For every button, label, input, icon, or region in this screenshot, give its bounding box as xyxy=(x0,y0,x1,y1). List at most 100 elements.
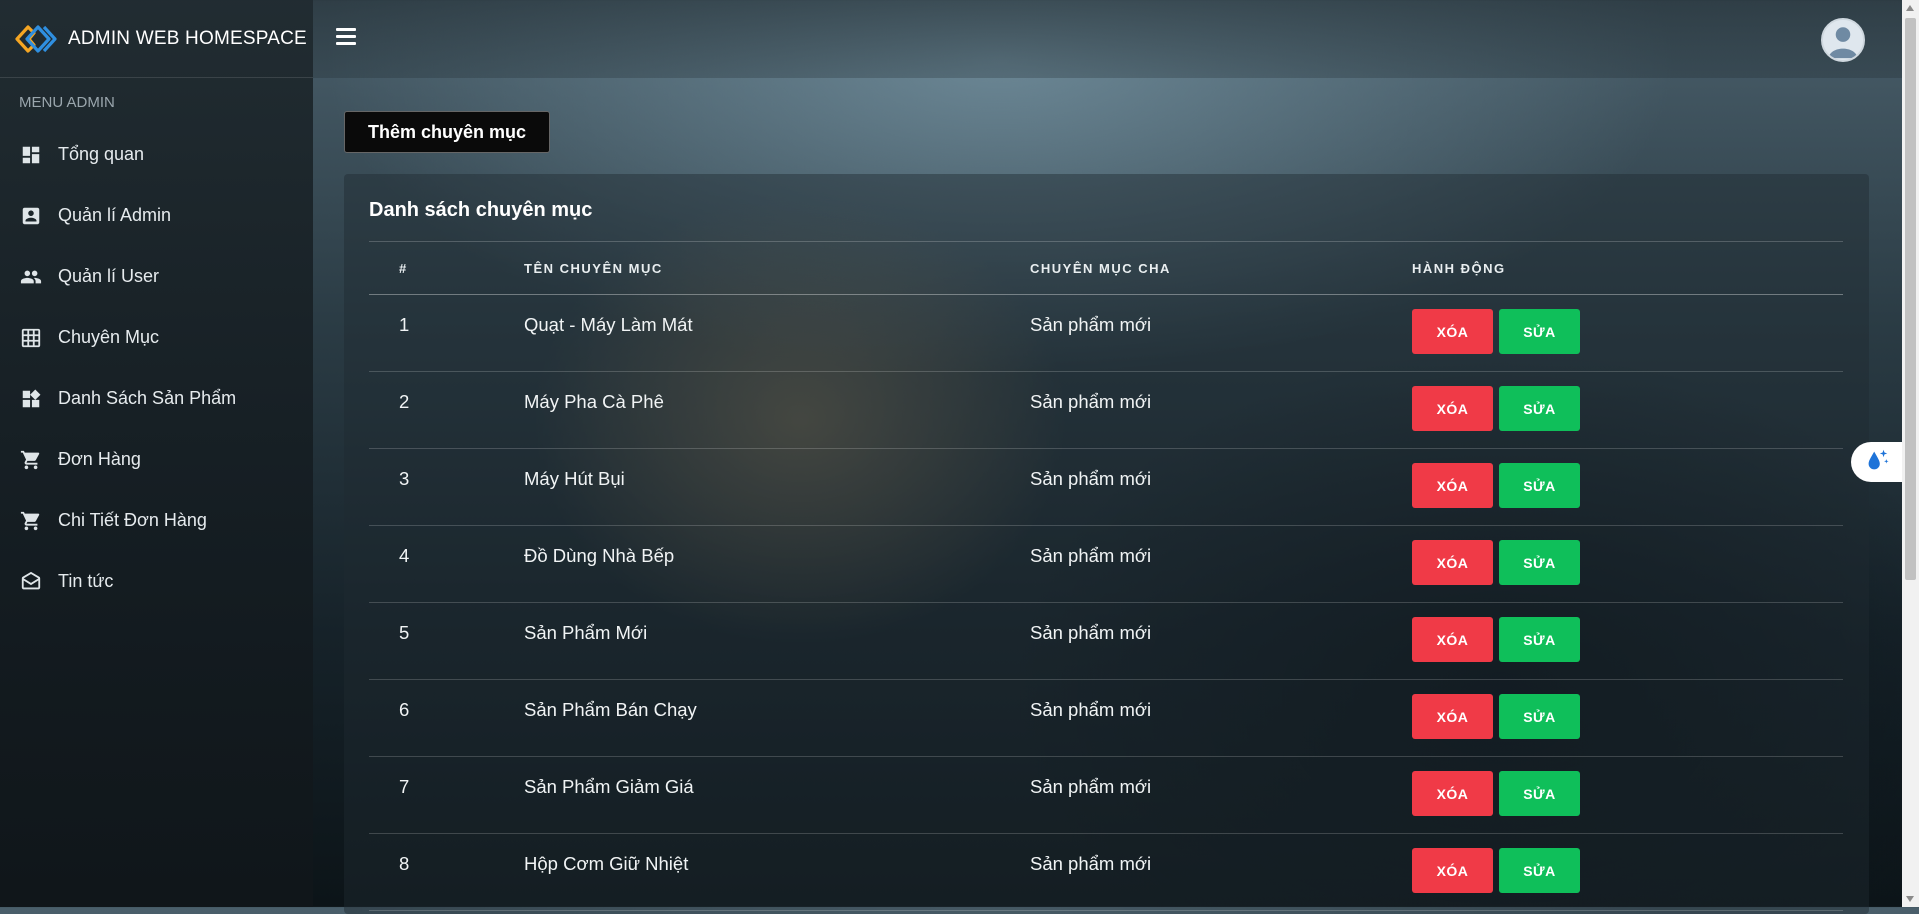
sidebar-item-tin-tuc[interactable]: Tin tức xyxy=(0,551,313,612)
table-row: 8 Hộp Cơm Giữ Nhiệt Sản phẩm mới XÓA SỬA xyxy=(369,833,1843,911)
sidebar-item-quan-li-admin[interactable]: Quản lí Admin xyxy=(0,185,313,246)
brand[interactable]: ADMIN WEB HOMESPACE xyxy=(0,0,313,78)
user-avatar[interactable] xyxy=(1821,18,1865,62)
topbar xyxy=(313,0,1902,78)
cell-parent: Sản phẩm mới xyxy=(1030,294,1412,372)
column-header-index: # xyxy=(369,241,524,295)
menu-toggle-icon[interactable] xyxy=(336,28,356,46)
delete-button[interactable]: XÓA xyxy=(1412,617,1493,662)
cell-name: Đồ Dùng Nhà Bếp xyxy=(524,525,1030,603)
cell-parent: Sản phẩm mới xyxy=(1030,371,1412,449)
edit-button[interactable]: SỬA xyxy=(1499,848,1580,893)
sidebar-item-label: Đơn Hàng xyxy=(58,449,141,469)
edit-button[interactable]: SỬA xyxy=(1499,463,1580,508)
app-title: ADMIN WEB HOMESPACE xyxy=(68,27,307,49)
cell-parent: Sản phẩm mới xyxy=(1030,679,1412,757)
cell-parent: Sản phẩm mới xyxy=(1030,602,1412,680)
edit-button[interactable]: SỬA xyxy=(1499,386,1580,431)
category-list-card: Danh sách chuyên mục # TÊN CHUYÊN MỤC CH… xyxy=(344,174,1869,914)
sidebar: ADMIN WEB HOMESPACE MENU ADMIN Tổng quan… xyxy=(0,0,313,907)
cell-parent: Sản phẩm mới xyxy=(1030,525,1412,603)
cell-name: Máy Pha Cà Phê xyxy=(524,371,1030,449)
cell-index: 8 xyxy=(369,833,524,911)
category-name: Đồ Dùng Nhà Bếp xyxy=(524,545,675,566)
cell-actions: XÓA SỬA xyxy=(1412,679,1843,757)
edit-button[interactable]: SỬA xyxy=(1499,771,1580,816)
category-name: Hộp Cơm Giữ Nhiệt xyxy=(524,853,689,874)
vertical-scrollbar[interactable] xyxy=(1902,0,1919,907)
delete-button[interactable]: XÓA xyxy=(1412,694,1493,739)
column-header-actions: HÀNH ĐỘNG xyxy=(1412,241,1843,295)
sidebar-item-danh-sach-san-pham[interactable]: Danh Sách Sản Phẩm xyxy=(0,368,313,429)
add-category-button[interactable]: Thêm chuyên mục xyxy=(344,111,550,153)
cell-index: 1 xyxy=(369,294,524,372)
category-name: Quạt - Máy Làm Mát xyxy=(524,314,693,335)
sidebar-item-label: Tin tức xyxy=(58,571,114,591)
table-row: 2 Máy Pha Cà Phê Sản phẩm mới XÓA SỬA xyxy=(369,371,1843,449)
row-index: 4 xyxy=(399,545,410,566)
delete-button[interactable]: XÓA xyxy=(1412,463,1493,508)
edit-button[interactable]: SỬA xyxy=(1499,540,1580,585)
category-name: Sản Phẩm Bán Chạy xyxy=(524,699,697,720)
envelope-icon xyxy=(20,571,42,593)
cell-parent: Sản phẩm mới xyxy=(1030,833,1412,911)
cell-actions: XÓA SỬA xyxy=(1412,371,1843,449)
parent-category: Sản phẩm mới xyxy=(1030,468,1152,489)
column-header-parent: CHUYÊN MỤC CHA xyxy=(1030,241,1412,295)
delete-button[interactable]: XÓA xyxy=(1412,309,1493,354)
parent-category: Sản phẩm mới xyxy=(1030,545,1152,566)
cell-name: Quạt - Máy Làm Mát xyxy=(524,294,1030,372)
edit-button[interactable]: SỬA xyxy=(1499,694,1580,739)
cell-actions: XÓA SỬA xyxy=(1412,525,1843,603)
sidebar-item-don-hang[interactable]: Đơn Hàng xyxy=(0,429,313,490)
sidebar-item-chi-tiet-don-hang[interactable]: Chi Tiết Đơn Hàng xyxy=(0,490,313,551)
scroll-up-icon[interactable] xyxy=(1906,5,1914,11)
dashboard-icon xyxy=(20,144,42,166)
cell-index: 6 xyxy=(369,679,524,757)
sidebar-item-tong-quan[interactable]: Tổng quan xyxy=(0,124,313,185)
floating-widget-button[interactable] xyxy=(1851,442,1902,482)
delete-button[interactable]: XÓA xyxy=(1412,540,1493,585)
category-table: # TÊN CHUYÊN MỤC CHUYÊN MỤC CHA HÀNH ĐỘN… xyxy=(369,241,1843,911)
logo-icon xyxy=(14,23,58,55)
scroll-thumb[interactable] xyxy=(1905,18,1916,580)
grid-icon xyxy=(20,327,42,349)
cell-actions: XÓA SỬA xyxy=(1412,833,1843,911)
parent-category: Sản phẩm mới xyxy=(1030,699,1152,720)
sidebar-item-label: Danh Sách Sản Phẩm xyxy=(58,388,237,408)
contact-card-icon xyxy=(20,205,42,227)
cell-name: Hộp Cơm Giữ Nhiệt xyxy=(524,833,1030,911)
edit-button[interactable]: SỬA xyxy=(1499,617,1580,662)
water-drop-sparkle-icon xyxy=(1863,446,1891,479)
cell-name: Sản Phẩm Bán Chạy xyxy=(524,679,1030,757)
table-row: 6 Sản Phẩm Bán Chạy Sản phẩm mới XÓA SỬA xyxy=(369,679,1843,757)
delete-button[interactable]: XÓA xyxy=(1412,386,1493,431)
cell-actions: XÓA SỬA xyxy=(1412,756,1843,834)
row-index: 8 xyxy=(399,853,410,874)
parent-category: Sản phẩm mới xyxy=(1030,853,1152,874)
sidebar-item-chuyen-muc[interactable]: Chuyên Mục xyxy=(0,307,313,368)
category-name: Máy Pha Cà Phê xyxy=(524,391,664,412)
people-icon xyxy=(20,266,42,288)
cell-index: 7 xyxy=(369,756,524,834)
cell-index: 2 xyxy=(369,371,524,449)
row-index: 5 xyxy=(399,622,410,643)
delete-button[interactable]: XÓA xyxy=(1412,771,1493,816)
sidebar-item-label: Quản lí Admin xyxy=(58,205,172,225)
cell-parent: Sản phẩm mới xyxy=(1030,756,1412,834)
column-header-name: TÊN CHUYÊN MỤC xyxy=(524,241,1030,295)
cell-actions: XÓA SỬA xyxy=(1412,602,1843,680)
sidebar-item-label: Chi Tiết Đơn Hàng xyxy=(58,510,207,530)
row-index: 2 xyxy=(399,391,410,412)
cart-icon xyxy=(20,510,42,532)
cell-index: 3 xyxy=(369,448,524,526)
delete-button[interactable]: XÓA xyxy=(1412,848,1493,893)
table-row: 3 Máy Hút Bụi Sản phẩm mới XÓA SỬA xyxy=(369,448,1843,526)
sidebar-item-quan-li-user[interactable]: Quản lí User xyxy=(0,246,313,307)
row-index: 3 xyxy=(399,468,410,489)
table-row: 7 Sản Phẩm Giảm Giá Sản phẩm mới XÓA SỬA xyxy=(369,756,1843,834)
edit-button[interactable]: SỬA xyxy=(1499,309,1580,354)
scroll-down-icon[interactable] xyxy=(1906,896,1914,902)
cell-index: 5 xyxy=(369,602,524,680)
category-name: Sản Phẩm Giảm Giá xyxy=(524,776,694,797)
